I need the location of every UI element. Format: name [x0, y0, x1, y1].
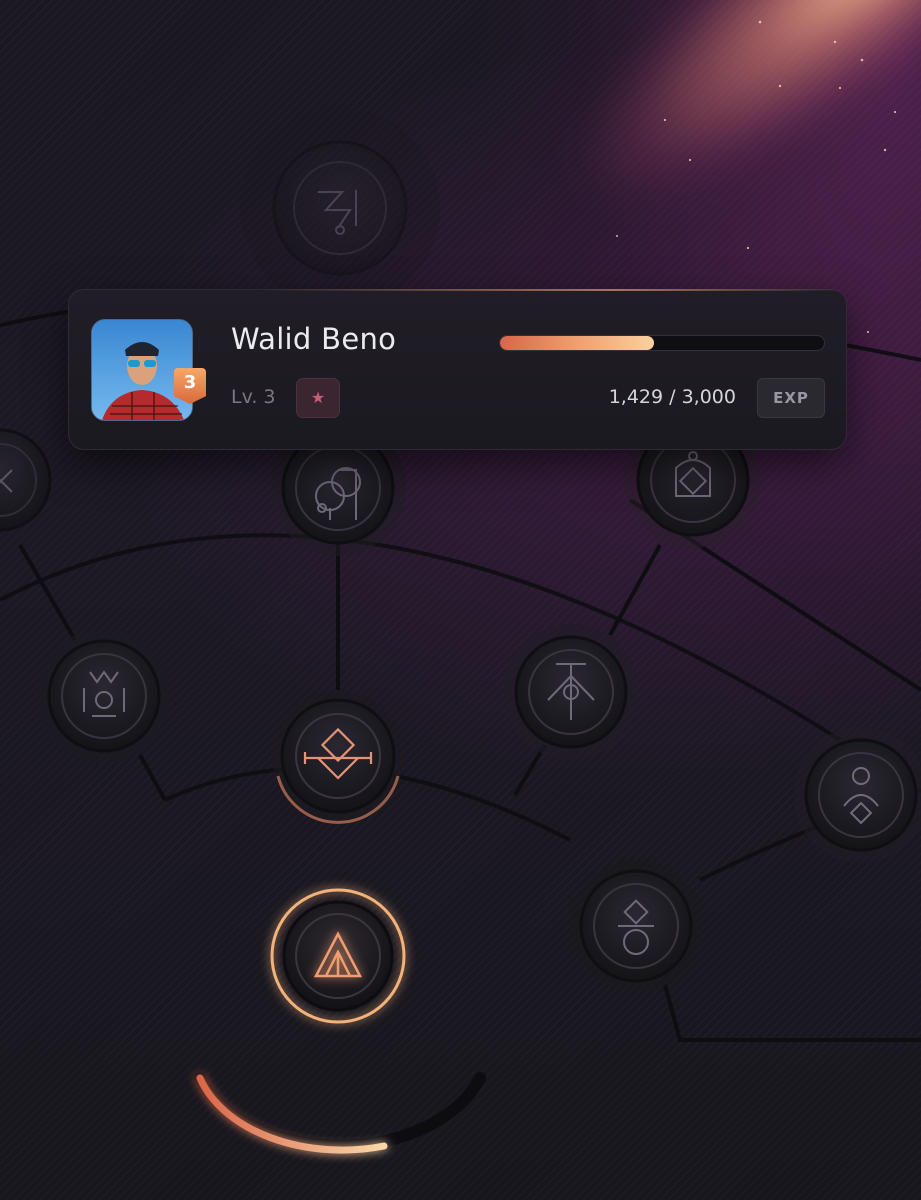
- star-icon: ★: [310, 388, 326, 407]
- exp-value: 1,429 / 3,000: [608, 386, 736, 408]
- exp-progress-bar: [499, 335, 825, 351]
- tree-connectors: [18, 498, 921, 1042]
- node-top-locked[interactable]: [240, 108, 440, 308]
- bottom-progress-arc: [194, 1072, 486, 1154]
- player-name: Walid Beno: [231, 322, 397, 356]
- player-level: Lv. 3: [231, 386, 276, 408]
- node-right-far[interactable]: [793, 727, 921, 863]
- node-diamond-unlocked[interactable]: [272, 690, 404, 824]
- node-eye[interactable]: [503, 624, 639, 760]
- card-highlight: [269, 289, 846, 291]
- exp-button[interactable]: EXP: [757, 378, 825, 418]
- skill-tree: [0, 20, 921, 1154]
- node-left-mid[interactable]: [36, 628, 172, 764]
- exp-progress-fill: [500, 336, 655, 350]
- favorite-button[interactable]: ★: [296, 378, 340, 418]
- stars: [616, 20, 897, 334]
- node-gem[interactable]: [570, 860, 702, 992]
- player-card: 3 Walid Beno Lv. 3 ★ 1,429 / 3,000 EXP: [68, 289, 847, 450]
- node-active[interactable]: [270, 888, 406, 1024]
- node-left-edge[interactable]: [0, 428, 52, 532]
